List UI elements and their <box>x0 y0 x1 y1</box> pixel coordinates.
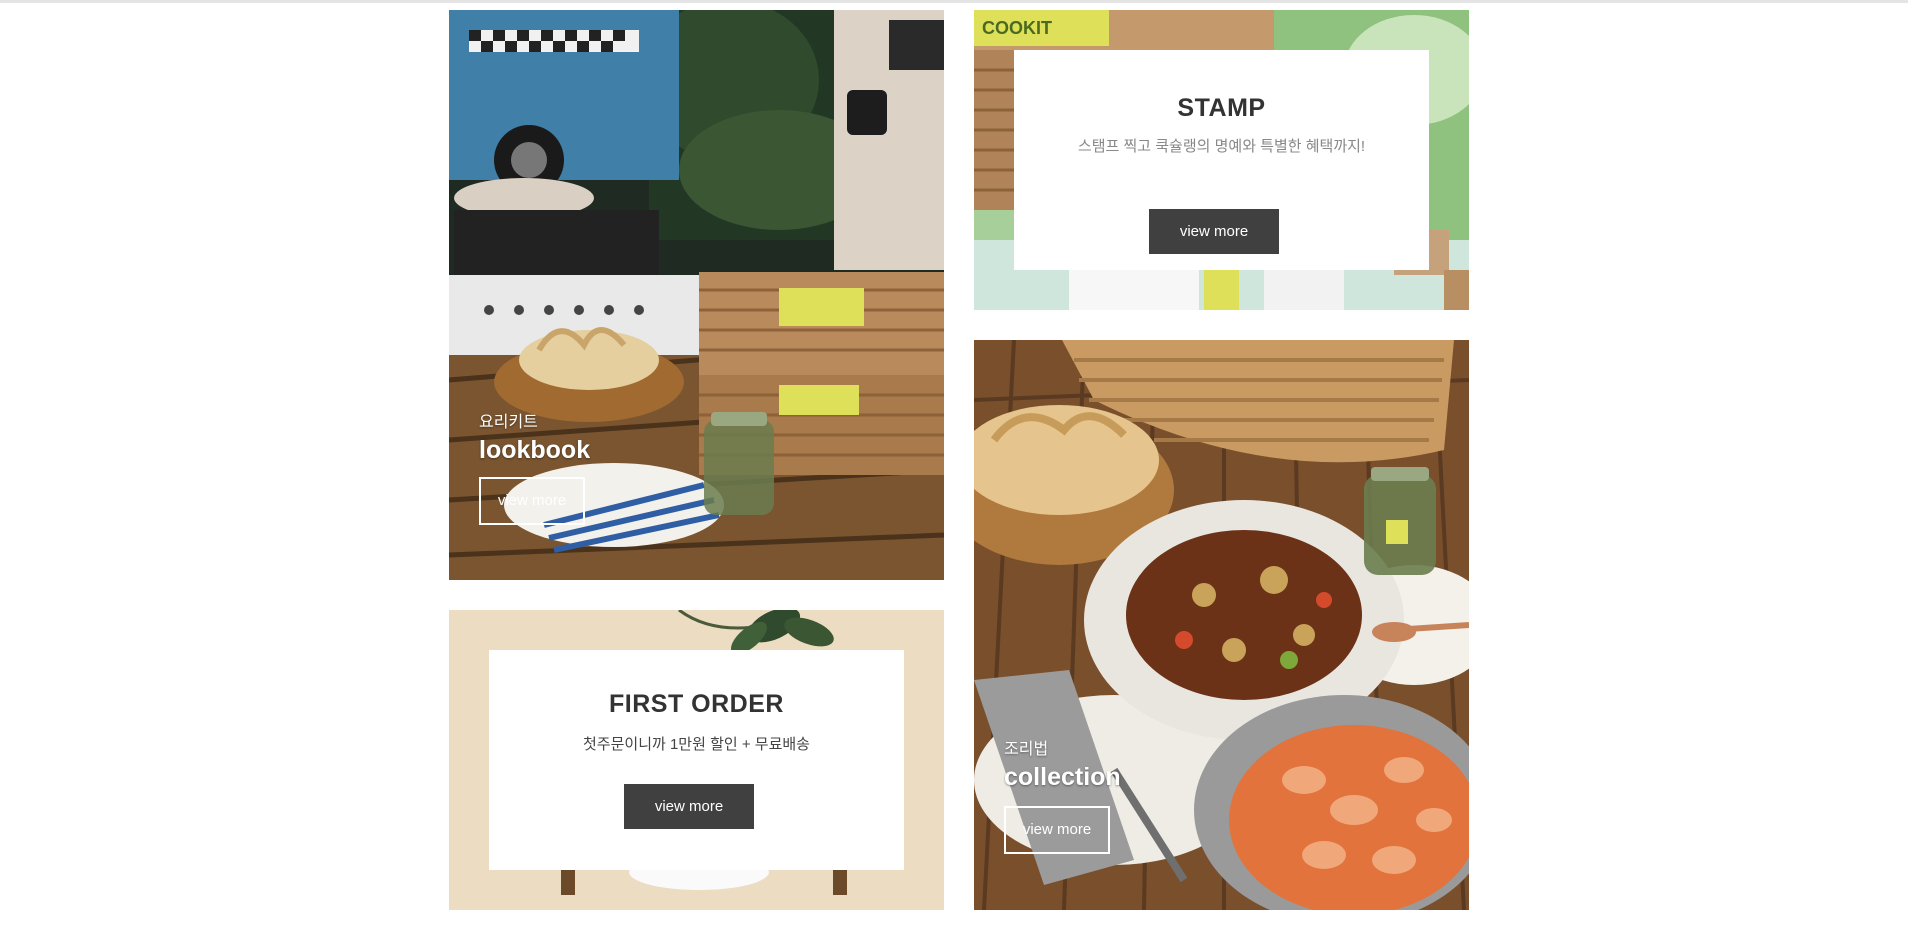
lookbook-title: lookbook <box>479 436 591 464</box>
first-order-card: FIRST ORDER 첫주문이니까 1만원 할인 + 무료배송 view mo… <box>489 650 904 870</box>
stamp-banner[interactable]: COOKIT STAMP 스탬프 찍고 쿡슐랭의 명예와 특별한 혜택까지! v… <box>974 10 1469 310</box>
stamp-description: 스탬프 찍고 쿡슐랭의 명예와 특별한 혜택까지! <box>1077 138 1366 155</box>
stamp-view-more-button[interactable]: view more <box>1149 209 1279 254</box>
top-divider <box>0 0 1908 3</box>
first-order-view-more-button[interactable]: view more <box>624 784 754 829</box>
lookbook-view-more-button[interactable]: view more <box>479 477 585 525</box>
lookbook-subtitle: 요리키트 <box>479 414 538 431</box>
first-order-banner[interactable]: FIRST ORDER 첫주문이니까 1만원 할인 + 무료배송 view mo… <box>449 610 944 910</box>
collection-banner[interactable]: 조리법 collection view more <box>974 340 1469 910</box>
collection-title: collection <box>1004 763 1121 791</box>
first-order-description: 첫주문이니까 1만원 할인 + 무료배송 <box>583 736 810 753</box>
collection-view-more-button[interactable]: view more <box>1004 806 1110 854</box>
lookbook-caption: 요리키트 lookbook <box>479 408 590 465</box>
collection-subtitle: 조리법 <box>1004 741 1049 758</box>
collection-caption: 조리법 collection <box>1004 735 1121 792</box>
stamp-title: STAMP <box>1177 94 1266 122</box>
stamp-brand-box-text: COOKIT <box>982 18 1052 38</box>
lookbook-banner[interactable]: 요리키트 lookbook view more <box>449 10 944 580</box>
stamp-card: STAMP 스탬프 찍고 쿡슐랭의 명예와 특별한 혜택까지! view mor… <box>1014 50 1429 270</box>
first-order-title: FIRST ORDER <box>609 690 784 718</box>
